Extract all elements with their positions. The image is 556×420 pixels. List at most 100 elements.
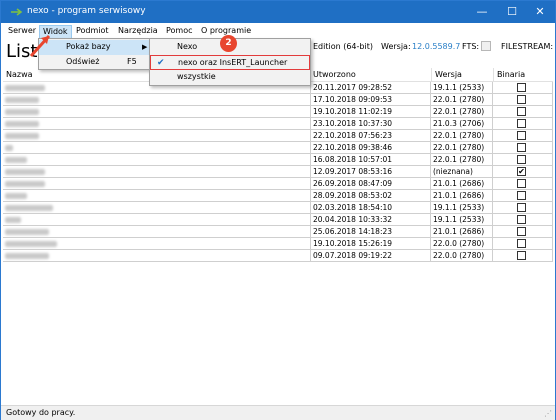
cell-version: 19.1.1 (2533) <box>431 82 493 94</box>
table-row[interactable]: 02.03.2018 18:54:10 19.1.1 (2533) <box>3 202 553 214</box>
cell-version: 21.0.1 (2686) <box>431 226 493 238</box>
cell-date: 25.06.2018 14:18:23 <box>311 226 431 238</box>
app-arrow-icon <box>11 8 23 16</box>
menu-item-label: Nexo <box>177 42 198 51</box>
cell-binaria: ✔ <box>493 166 553 178</box>
redacted-name <box>5 85 45 91</box>
annotation-arrow-icon <box>29 34 51 58</box>
redacted-name <box>5 157 27 163</box>
resize-grip-icon[interactable]: ⋰ <box>544 409 552 418</box>
cell-date: 23.10.2018 10:37:30 <box>311 118 431 130</box>
table-row[interactable]: 25.06.2018 14:18:23 21.0.1 (2686) <box>3 226 553 238</box>
edition-text: Edition (64-bit) <box>313 42 373 51</box>
column-binaria[interactable]: Binaria <box>497 70 525 79</box>
cell-name <box>3 82 119 94</box>
menu-narzedzia[interactable]: Narzędzia <box>115 25 161 39</box>
binaria-checkbox[interactable] <box>517 215 526 224</box>
cell-name <box>3 142 119 154</box>
menu-item-label: Pokaż bazy <box>66 42 111 51</box>
table-row[interactable]: 19.10.2018 15:26:19 22.0.0 (2780) <box>3 238 553 250</box>
cell-date: 16.08.2018 10:57:01 <box>311 154 431 166</box>
cell-version: 22.0.1 (2780) <box>431 142 493 154</box>
cell-version: 22.0.1 (2780) <box>431 130 493 142</box>
table-row[interactable]: 12.09.2017 08:53:16 (nieznana) ✔ <box>3 166 553 178</box>
binaria-checkbox[interactable] <box>517 95 526 104</box>
table-row[interactable]: 28.09.2018 08:53:02 21.0.1 (2686) <box>3 190 553 202</box>
table-row[interactable]: 22.10.2018 09:38:46 22.0.1 (2780) <box>3 142 553 154</box>
table-row[interactable]: 17.10.2018 09:09:53 22.0.1 (2780) <box>3 94 553 106</box>
column-nazwa[interactable]: Nazwa <box>6 70 33 79</box>
cell-name <box>3 178 119 190</box>
binaria-checkbox[interactable] <box>517 155 526 164</box>
binaria-checkbox[interactable] <box>517 143 526 152</box>
binaria-checkbox[interactable] <box>517 131 526 140</box>
cell-binaria <box>493 82 553 94</box>
filestream-label: FILESTREAM: <box>501 42 554 51</box>
cell-name <box>3 214 119 226</box>
binaria-checkbox[interactable] <box>517 119 526 128</box>
cell-name <box>3 226 119 238</box>
redacted-name <box>5 109 39 115</box>
cell-binaria <box>493 202 553 214</box>
redacted-name <box>5 205 53 211</box>
cell-spacer <box>119 166 311 178</box>
binaria-checkbox[interactable] <box>517 107 526 116</box>
cell-version: 21.0.1 (2686) <box>431 178 493 190</box>
close-button[interactable]: ✕ <box>525 1 555 23</box>
menu-item-wszystkie[interactable]: wszystkie <box>150 70 310 85</box>
shortcut-label: F5 <box>127 57 137 66</box>
redacted-name <box>5 133 39 139</box>
cell-binaria <box>493 250 553 262</box>
minimize-button[interactable]: — <box>467 1 497 23</box>
cell-name <box>3 154 119 166</box>
version-label: Wersja: <box>381 42 411 51</box>
cell-name <box>3 106 119 118</box>
column-separator <box>493 68 494 82</box>
cell-name <box>3 238 119 250</box>
submenu-arrow-icon: ▶ <box>142 43 148 51</box>
status-bar: Gotowy do pracy. ⋰ <box>1 405 555 420</box>
table-row[interactable]: 22.10.2018 07:56:23 22.0.1 (2780) <box>3 130 553 142</box>
cell-date: 12.09.2017 08:53:16 <box>311 166 431 178</box>
cell-binaria <box>493 154 553 166</box>
binaria-checkbox[interactable] <box>517 83 526 92</box>
title-bar[interactable]: nexo - program serwisowy — ☐ ✕ <box>1 1 555 23</box>
cell-binaria <box>493 190 553 202</box>
binaria-checkbox[interactable] <box>517 251 526 260</box>
cell-date: 02.03.2018 18:54:10 <box>311 202 431 214</box>
binaria-checkbox[interactable] <box>517 227 526 236</box>
redacted-name <box>5 169 45 175</box>
cell-date: 20.04.2018 10:33:32 <box>311 214 431 226</box>
table-row[interactable]: 09.07.2018 09:19:22 22.0.0 (2780) <box>3 250 553 262</box>
redacted-name <box>5 193 27 199</box>
menu-item-label: Odśwież <box>66 57 100 66</box>
cell-binaria <box>493 118 553 130</box>
binaria-checkbox[interactable] <box>517 203 526 212</box>
table-row[interactable]: 19.10.2018 11:02:19 22.0.1 (2780) <box>3 106 553 118</box>
column-wersja[interactable]: Wersja <box>435 70 462 79</box>
cell-version: 22.0.0 (2780) <box>431 250 493 262</box>
table-row[interactable]: 16.08.2018 10:57:01 22.0.1 (2780) <box>3 154 553 166</box>
cell-date: 19.10.2018 11:02:19 <box>311 106 431 118</box>
cell-binaria <box>493 214 553 226</box>
menu-podmiot[interactable]: Podmiot <box>73 25 112 39</box>
cell-binaria <box>493 106 553 118</box>
menu-item-label: nexo oraz InsERT_Launcher <box>178 58 288 67</box>
maximize-button[interactable]: ☐ <box>497 1 527 23</box>
table-row[interactable]: 20.04.2018 10:33:32 19.1.1 (2533) <box>3 214 553 226</box>
table-row[interactable]: 26.09.2018 08:47:09 21.0.1 (2686) <box>3 178 553 190</box>
cell-binaria <box>493 130 553 142</box>
cell-spacer <box>119 238 311 250</box>
binaria-checkbox[interactable] <box>517 239 526 248</box>
binaria-checkbox[interactable] <box>517 191 526 200</box>
table-row[interactable]: 23.10.2018 10:37:30 21.0.3 (2706) <box>3 118 553 130</box>
fts-checkbox[interactable] <box>481 41 491 51</box>
menu-item-nexo-launcher[interactable]: ✔ nexo oraz InsERT_Launcher <box>150 55 310 70</box>
cell-version: 22.0.1 (2780) <box>431 94 493 106</box>
binaria-checkbox[interactable] <box>517 179 526 188</box>
column-utworzono[interactable]: Utworzono <box>313 70 356 79</box>
cell-spacer <box>119 202 311 214</box>
binaria-checkbox[interactable]: ✔ <box>517 167 526 176</box>
cell-version: 21.0.3 (2706) <box>431 118 493 130</box>
menu-pomoc[interactable]: Pomoc <box>163 25 196 39</box>
